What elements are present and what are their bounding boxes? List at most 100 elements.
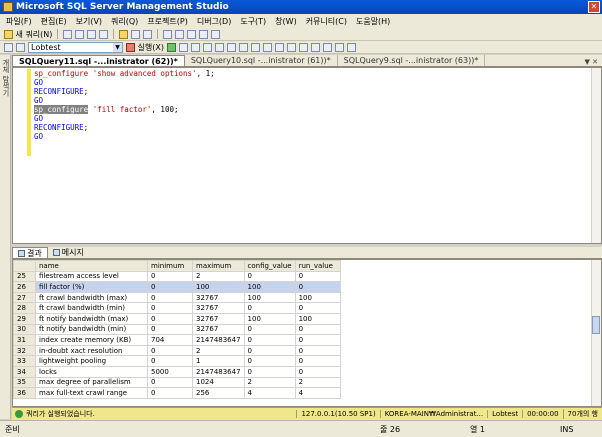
- code-line[interactable]: GO: [34, 132, 215, 141]
- menu-query[interactable]: 쿼리(Q): [111, 16, 138, 27]
- table-cell[interactable]: 32767: [192, 291, 245, 304]
- code-line[interactable]: sp_configure 'fill factor', 100;: [34, 105, 215, 114]
- table-cell[interactable]: 0: [294, 365, 341, 378]
- mdx-query-icon[interactable]: [87, 29, 97, 39]
- code-line[interactable]: GO: [34, 78, 215, 87]
- table-row[interactable]: 25 filestream access level 0 2 0 0: [13, 270, 341, 283]
- table-cell[interactable]: 0: [243, 270, 296, 283]
- table-cell[interactable]: 2: [243, 376, 296, 389]
- menu-window[interactable]: 창(W): [275, 16, 297, 27]
- table-cell[interactable]: 1: [192, 355, 245, 367]
- table-cell[interactable]: 2147483647: [192, 365, 245, 378]
- table-cell[interactable]: 2: [192, 270, 245, 283]
- column-header-name[interactable]: name: [35, 260, 148, 272]
- table-cell[interactable]: 0: [294, 302, 341, 314]
- estimated-plan-icon[interactable]: [203, 42, 212, 52]
- table-cell[interactable]: 4: [294, 387, 341, 399]
- table-cell[interactable]: 0: [147, 312, 193, 325]
- table-cell[interactable]: in-doubt xact resolution: [35, 344, 148, 357]
- row-number[interactable]: 36: [13, 387, 36, 399]
- object-explorer-strip[interactable]: 개체 탐색기: [0, 55, 11, 419]
- row-number[interactable]: 29: [13, 312, 36, 325]
- table-cell[interactable]: 0: [147, 355, 193, 367]
- table-cell[interactable]: 0: [294, 281, 341, 293]
- table-row[interactable]: 27 ft crawl bandwidth (max) 0 32767 100 100: [13, 291, 341, 304]
- database-engine-query-icon[interactable]: [63, 29, 73, 39]
- include-plan-icon[interactable]: [239, 42, 248, 52]
- new-query-button[interactable]: 새 쿼리(N): [4, 29, 52, 39]
- column-header-maximum[interactable]: maximum: [192, 260, 245, 272]
- table-cell[interactable]: ft crawl bandwidth (min): [35, 302, 148, 314]
- table-cell[interactable]: locks: [35, 365, 148, 378]
- menu-project[interactable]: 프로젝트(P): [147, 16, 188, 27]
- connect-icon[interactable]: [4, 42, 13, 52]
- table-row[interactable]: 30 ft notify bandwidth (min) 0 32767 0 0: [13, 323, 341, 336]
- table-cell[interactable]: lightweight pooling: [35, 355, 148, 367]
- table-row[interactable]: 36 max full-text crawl range 0 256 4 4: [13, 387, 341, 399]
- table-cell[interactable]: 5000: [147, 365, 193, 378]
- row-number[interactable]: 25: [13, 270, 36, 283]
- table-row[interactable]: 31 index create memory (KB) 704 2147483647 0…: [13, 334, 341, 346]
- table-cell[interactable]: 2147483647: [192, 334, 245, 346]
- table-cell[interactable]: 0: [147, 291, 193, 304]
- menu-file[interactable]: 파일(F): [6, 16, 32, 27]
- table-cell[interactable]: 0: [243, 344, 296, 357]
- column-header-minimum[interactable]: minimum: [147, 260, 193, 272]
- table-cell[interactable]: 0: [147, 344, 193, 357]
- table-cell[interactable]: filestream access level: [35, 270, 148, 283]
- tab-sqlquery10[interactable]: SQLQuery10.sql -...inistrator (61))*: [185, 55, 338, 66]
- table-cell[interactable]: fill factor (%): [35, 281, 148, 293]
- comment-icon[interactable]: [299, 42, 308, 52]
- intellisense-icon[interactable]: [227, 42, 236, 52]
- properties-icon[interactable]: [175, 29, 185, 39]
- table-cell[interactable]: 100: [243, 281, 296, 293]
- table-cell[interactable]: 0: [147, 281, 193, 293]
- tab-results[interactable]: 결과: [12, 247, 48, 258]
- table-cell[interactable]: 0: [147, 376, 193, 389]
- table-row[interactable]: 35 max degree of parallelism 0 1024 2 2: [13, 376, 341, 389]
- execute-button[interactable]: 실행(X): [126, 42, 164, 52]
- table-cell[interactable]: ft notify bandwidth (max): [35, 312, 148, 325]
- code-line[interactable]: RECONFIGURE;: [34, 87, 215, 96]
- editor-scrollbar[interactable]: [591, 68, 601, 243]
- table-cell[interactable]: 100: [294, 312, 341, 325]
- table-cell[interactable]: 32767: [192, 323, 245, 336]
- table-cell[interactable]: 100: [243, 312, 296, 325]
- results-to-grid-icon[interactable]: [275, 42, 284, 52]
- table-cell[interactable]: 0: [294, 323, 341, 336]
- results-grid[interactable]: name minimum maximum config_value run_va…: [12, 259, 602, 407]
- table-cell[interactable]: 32767: [192, 302, 245, 314]
- table-cell[interactable]: 4: [243, 387, 296, 399]
- table-row[interactable]: 34 locks 5000 2147483647 0 0: [13, 365, 341, 378]
- row-number[interactable]: 27: [13, 291, 36, 304]
- template-explorer-icon[interactable]: [199, 29, 209, 39]
- grid-scrollbar-thumb[interactable]: [592, 316, 600, 334]
- increase-indent-icon[interactable]: [335, 42, 344, 52]
- tab-messages[interactable]: 메시지: [48, 247, 89, 258]
- open-file-icon[interactable]: [119, 29, 129, 39]
- table-cell[interactable]: 100: [243, 291, 296, 304]
- table-cell[interactable]: 100: [192, 281, 245, 293]
- results-to-text-icon[interactable]: [263, 42, 272, 52]
- menu-edit[interactable]: 편집(E): [41, 16, 67, 27]
- code-line[interactable]: sp_configure 'show advanced options', 1;: [34, 69, 215, 78]
- table-cell[interactable]: 0: [147, 302, 193, 314]
- toolbox-icon[interactable]: [211, 29, 221, 39]
- table-cell[interactable]: 0: [294, 355, 341, 367]
- table-cell[interactable]: ft crawl bandwidth (max): [35, 291, 148, 304]
- tab-controls[interactable]: ▼ ✕: [585, 58, 602, 66]
- activity-monitor-icon[interactable]: [163, 29, 173, 39]
- menu-tools[interactable]: 도구(T): [240, 16, 266, 27]
- table-cell[interactable]: 704: [147, 334, 193, 346]
- object-explorer-icon[interactable]: [187, 29, 197, 39]
- table-cell[interactable]: 2: [192, 344, 245, 357]
- analysis-query-icon[interactable]: [75, 29, 85, 39]
- decrease-indent-icon[interactable]: [323, 42, 332, 52]
- row-number[interactable]: 33: [13, 355, 36, 367]
- menu-community[interactable]: 커뮤니티(C): [306, 16, 347, 27]
- table-cell[interactable]: 0: [294, 344, 341, 357]
- xmla-query-icon[interactable]: [99, 29, 109, 39]
- row-number[interactable]: 30: [13, 323, 36, 336]
- table-cell[interactable]: ft notify bandwidth (min): [35, 323, 148, 336]
- table-cell[interactable]: max full-text crawl range: [35, 387, 148, 399]
